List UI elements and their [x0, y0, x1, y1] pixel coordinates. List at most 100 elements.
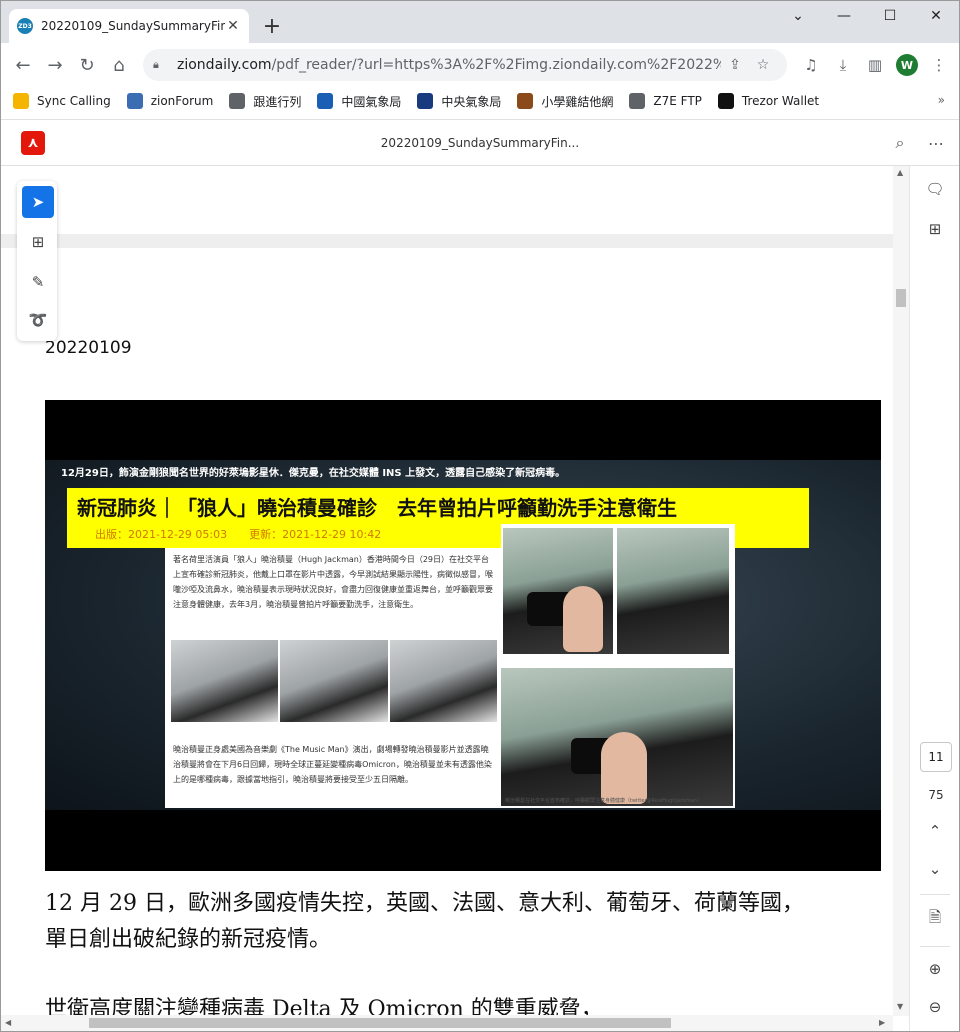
share-icon[interactable]: ⇪: [721, 51, 749, 79]
add-comment-icon[interactable]: ⊞: [22, 226, 54, 258]
bookmark-item[interactable]: Trezor Wallet: [717, 93, 820, 109]
tab-active[interactable]: ZD3 20220109_SundaySummaryFin ✕: [9, 9, 249, 43]
document-date: 20220109: [45, 338, 132, 358]
bookmark-favicon-icon: [229, 93, 246, 109]
photo-washing-hands: [617, 528, 729, 654]
publish-meta: 出版：2021-12-29 05:03 更新：2021-12-29 10:42: [95, 528, 382, 541]
scroll-left-arrow-icon[interactable]: ◀: [5, 1018, 11, 1027]
zoom-out-icon[interactable]: ⊖: [922, 994, 948, 1020]
video-thumbnails: [171, 640, 497, 722]
next-page-chevron-down-icon[interactable]: ⌄: [922, 856, 948, 882]
select-cursor-icon[interactable]: ➤: [22, 186, 54, 218]
horizontal-scroll-thumb[interactable]: [89, 1018, 671, 1028]
thumbnails-grid-icon[interactable]: ⊞: [922, 216, 948, 242]
zoom-in-icon[interactable]: ⊕: [922, 956, 948, 982]
document-title: 20220109_SundaySummaryFin...: [380, 136, 580, 150]
new-tab-button[interactable]: +: [259, 13, 285, 39]
bookmarks-overflow-icon[interactable]: »: [938, 93, 945, 107]
reload-icon[interactable]: ↻: [71, 49, 103, 81]
tab-search-chevron-icon[interactable]: ⌄: [775, 5, 821, 27]
thumbnail: [171, 640, 279, 722]
more-options-icon[interactable]: ⋯: [923, 130, 949, 156]
horizontal-scrollbar[interactable]: ◀ ▶: [1, 1015, 893, 1031]
menu-icon[interactable]: ⋮: [923, 49, 955, 81]
hand: [563, 586, 603, 652]
minimize-button[interactable]: —: [821, 5, 867, 27]
page-settings-icon[interactable]: 🗎︎: [922, 906, 948, 932]
rail-divider: [920, 894, 950, 895]
bookmark-favicon-icon: [126, 93, 143, 109]
tab-close-icon[interactable]: ✕: [225, 18, 241, 34]
thumbnail: [280, 640, 388, 722]
bookmark-label: 跟進行列: [253, 94, 302, 109]
current-page-field[interactable]: 11: [920, 742, 952, 772]
bookmark-favicon-icon: [517, 93, 534, 109]
bookmark-favicon-icon: [13, 93, 29, 109]
sidepanel-icon[interactable]: ▥: [859, 49, 891, 81]
bookmark-label: Trezor Wallet: [741, 94, 820, 108]
bookmark-item[interactable]: 中央氣象局: [417, 93, 501, 110]
news-screenshot-image: 12月29日，飾演金剛狼聞名世界的好萊塢影星休．傑克曼，在社交媒體 INS 上發…: [45, 400, 881, 871]
tab-title: 20220109_SundaySummaryFin: [41, 19, 225, 33]
headline-text: 新冠肺炎｜「狼人」曉治積曼確診 去年曾拍片呼籲勤洗手注意衛生: [77, 496, 677, 520]
bookmark-label: Sync Calling: [37, 94, 111, 108]
bookmark-label: 中央氣象局: [441, 94, 502, 109]
bookmark-item[interactable]: Sync Calling: [13, 93, 111, 109]
bookmark-item[interactable]: 小學雞結他網: [517, 93, 613, 110]
back-icon[interactable]: ←: [7, 49, 39, 81]
vertical-scroll-thumb[interactable]: [896, 289, 906, 307]
search-icon[interactable]: ⌕: [887, 130, 913, 156]
total-pages: 75: [928, 788, 944, 802]
comments-icon[interactable]: 🗨︎: [922, 176, 948, 202]
thumbnail: [389, 640, 497, 722]
bookmark-favicon-icon: [629, 93, 646, 109]
close-window-button[interactable]: ✕: [913, 5, 959, 27]
bookmark-label: Z7E FTP: [653, 94, 702, 108]
bookmark-favicon-icon: [717, 93, 734, 109]
lock-icon[interactable]: 🔒︎: [153, 58, 167, 72]
home-icon[interactable]: ⌂: [103, 49, 135, 81]
browser-toolbar: ← → ↻ ⌂ 🔒︎ ziondaily.com/pdf_reader/?url…: [1, 43, 959, 87]
bookmark-item[interactable]: zionForum: [126, 93, 214, 109]
scroll-right-arrow-icon[interactable]: ▶: [879, 1018, 885, 1027]
forward-icon[interactable]: →: [39, 49, 71, 81]
bookmark-label: 小學雞結他網: [541, 94, 614, 109]
photo-masked-man: [503, 528, 613, 654]
photo-credit: 曉治積曼在社交平台宣布確診，呼籲觀眾注意身體健康（twitter@RealHug…: [505, 798, 702, 804]
scroll-down-arrow-icon[interactable]: ▼: [897, 1002, 903, 1011]
vertical-scrollbar[interactable]: ▲ ▼: [893, 166, 909, 1016]
bookmarks-bar: Sync Calling zionForum 跟進行列 中國氣象局 中央氣象局 小學雞結他…: [1, 87, 959, 115]
address-bar[interactable]: 🔒︎ ziondaily.com/pdf_reader/?url=https%3…: [143, 49, 787, 81]
profile-avatar[interactable]: W: [891, 49, 923, 81]
photo-masked-man-large: 曉治積曼在社交平台宣布確診，呼籲觀眾注意身體健康（twitter@RealHug…: [501, 668, 733, 806]
url-text[interactable]: ziondaily.com/pdf_reader/?url=https%3A%2…: [177, 57, 721, 73]
paragraph-line: 世衛高度關注變種病毒 Delta 及 Omicron 的雙重威脅，: [45, 997, 603, 1016]
document-viewport[interactable]: 20220109 12月29日，飾演金剛狼聞名世界的好萊塢影星休．傑克曼，在社交…: [1, 166, 909, 1016]
pdf-header: ⋏ 20220109_SundaySummaryFin... ⌕ ⋯: [1, 119, 959, 166]
star-icon[interactable]: ☆: [749, 51, 777, 79]
paragraph-line: 12 月 29 日，歐洲多國疫情失控，英國、法國、意大利、葡萄牙、荷蘭等國，: [45, 891, 804, 916]
bookmark-item[interactable]: 跟進行列: [229, 93, 301, 110]
image-background: 12月29日，飾演金剛狼聞名世界的好萊塢影星休．傑克曼，在社交媒體 INS 上發…: [45, 460, 881, 810]
bookmark-item[interactable]: 中國氣象局: [317, 93, 401, 110]
bookmark-item[interactable]: Z7E FTP: [629, 93, 702, 109]
tab-strip: ZD3 20220109_SundaySummaryFin ✕ + ⌄ — ☐ …: [1, 1, 959, 43]
media-icon[interactable]: ♫: [795, 49, 827, 81]
previous-page-chevron-up-icon[interactable]: ⌃: [922, 818, 948, 844]
browser-window: ZD3 20220109_SundaySummaryFin ✕ + ⌄ — ☐ …: [0, 0, 960, 1032]
bookmark-label: zionForum: [150, 94, 214, 108]
article-panel: 著名荷里活演員「狼人」曉治積曼（Hugh Jackman）香港時間今日（29日）…: [165, 548, 503, 808]
page-separator: [1, 234, 893, 248]
bookmark-favicon-icon: [317, 93, 334, 109]
download-icon[interactable]: ⤓: [827, 49, 859, 81]
hand: [601, 732, 647, 804]
ziondaily-favicon-icon: ZD3: [17, 18, 33, 34]
maximize-button[interactable]: ☐: [867, 5, 913, 27]
annotation-toolbar: ➤ ⊞ ✎ ➰: [17, 181, 57, 341]
freehand-draw-icon[interactable]: ➰: [22, 304, 54, 336]
bookmark-label: 中國氣象局: [341, 94, 402, 109]
highlight-pen-icon[interactable]: ✎: [22, 266, 54, 298]
scroll-up-arrow-icon[interactable]: ▲: [897, 168, 903, 177]
image-caption: 12月29日，飾演金剛狼聞名世界的好萊塢影星休．傑克曼，在社交媒體 INS 上發…: [61, 468, 566, 479]
bookmark-favicon-icon: [417, 93, 434, 109]
